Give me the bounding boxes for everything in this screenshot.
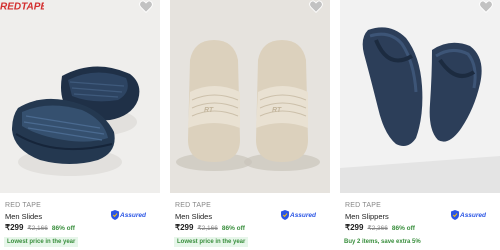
heart-icon[interactable] — [479, 0, 493, 13]
product-card[interactable]: RED TAPE Men Slippers Assured ₹299 ₹2,36… — [340, 0, 500, 250]
discount-label: 86% off — [221, 225, 245, 232]
slide-sandal-image: RT RT — [176, 40, 320, 171]
svg-text:REDTAPE: REDTAPE — [0, 2, 44, 13]
heart-icon[interactable] — [309, 0, 323, 13]
assured-badge: Assured — [281, 210, 316, 220]
selling-price: ₹299 — [5, 223, 24, 232]
product-title[interactable]: Men Slides — [5, 212, 42, 221]
product-image[interactable] — [340, 0, 500, 193]
price-row: ₹299 ₹2,166 86% off — [5, 223, 75, 232]
product-brand: RED TAPE — [5, 202, 41, 209]
svg-text:RT: RT — [204, 107, 214, 114]
product-image[interactable]: REDTAPE — [0, 0, 160, 193]
lowest-price-badge: Lowest price in the year — [174, 237, 249, 247]
assured-badge: Assured — [451, 210, 486, 220]
original-price: ₹2,366 — [367, 225, 388, 232]
product-card[interactable]: RT RT RED TAPE Men Slides Assured ₹299 ₹… — [170, 0, 330, 250]
product-image[interactable]: RT RT — [170, 0, 330, 193]
shield-icon — [451, 210, 459, 220]
brand-logo: REDTAPE — [0, 2, 44, 13]
svg-text:RT: RT — [272, 107, 282, 114]
shield-icon — [281, 210, 289, 220]
assured-label: Assured — [120, 211, 147, 219]
product-card[interactable]: REDTAPE RED TAPE Men Slides Assured ₹299… — [0, 0, 160, 250]
flip-flop-image — [340, 27, 500, 193]
bulk-offer-text: Buy 2 items, save extra 5% — [344, 239, 421, 245]
heart-icon[interactable] — [139, 0, 153, 13]
price-row: ₹299 ₹2,366 86% off — [345, 223, 415, 232]
shield-icon — [111, 210, 119, 220]
discount-label: 86% off — [391, 225, 415, 232]
product-grid: REDTAPE RED TAPE Men Slides Assured ₹299… — [0, 0, 500, 250]
slide-sandal-image — [12, 66, 140, 176]
product-title[interactable]: Men Slides — [175, 212, 212, 221]
lowest-price-badge: Lowest price in the year — [4, 237, 79, 247]
selling-price: ₹299 — [345, 223, 364, 232]
assured-badge: Assured — [111, 210, 146, 220]
original-price: ₹2,166 — [27, 225, 48, 232]
price-row: ₹299 ₹2,166 86% off — [175, 223, 245, 232]
assured-label: Assured — [290, 211, 317, 219]
discount-label: 86% off — [51, 225, 75, 232]
product-title[interactable]: Men Slippers — [345, 212, 389, 221]
product-brand: RED TAPE — [345, 202, 381, 209]
selling-price: ₹299 — [175, 223, 194, 232]
product-brand: RED TAPE — [175, 202, 211, 209]
assured-label: Assured — [460, 211, 487, 219]
original-price: ₹2,166 — [197, 225, 218, 232]
